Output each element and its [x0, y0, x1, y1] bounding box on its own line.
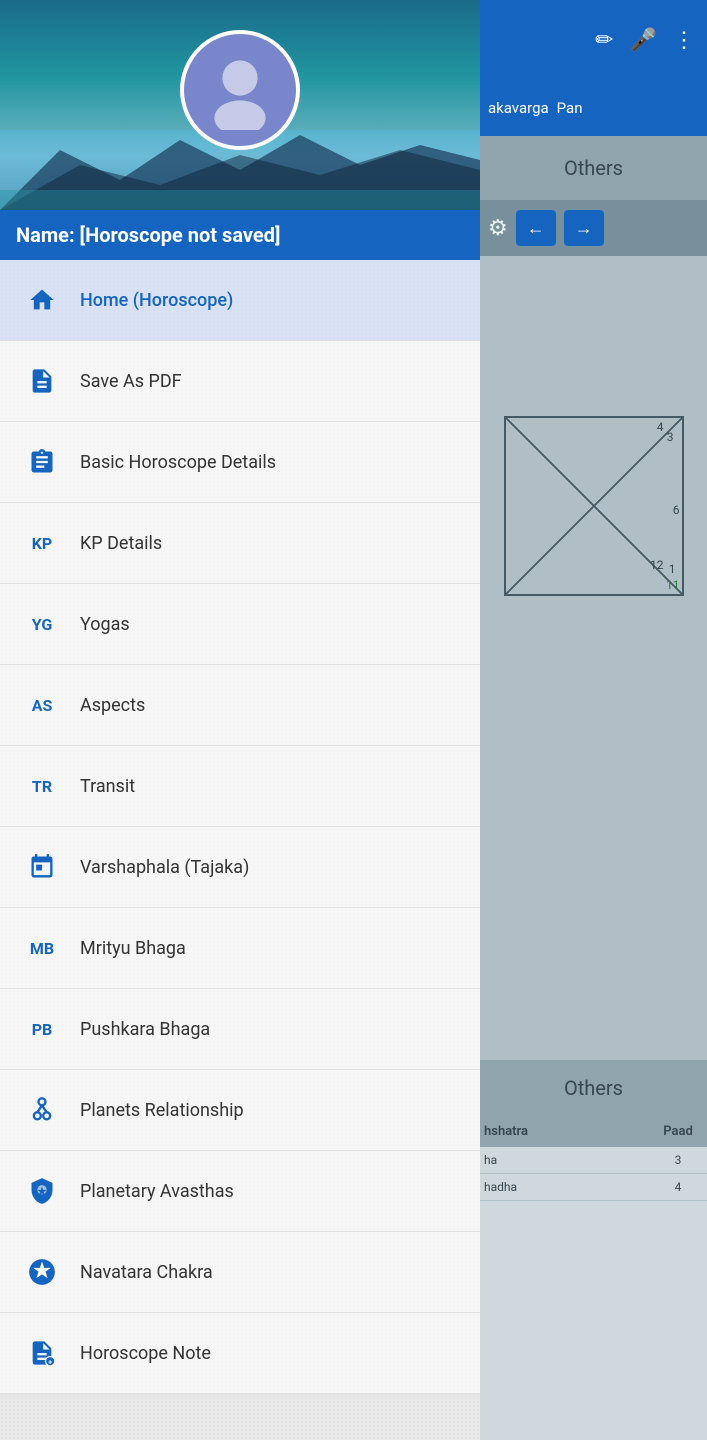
- menu-label-varshaphala: Varshaphala (Tajaka): [80, 857, 249, 878]
- menu-label-navatara-chakra: Navatara Chakra: [80, 1262, 213, 1283]
- chart-num-4: 4: [657, 420, 664, 434]
- menu-item-yogas[interactable]: YG Yogas: [0, 584, 480, 665]
- table-row: ha 3: [480, 1147, 707, 1174]
- planets-relationship-icon: [20, 1088, 64, 1132]
- chart-num-11: 11: [666, 578, 680, 592]
- menu-item-planetary-avasthas[interactable]: Planetary Avasthas: [0, 1151, 480, 1232]
- nav-bar: ⚙ ← →: [480, 200, 707, 256]
- menu-item-varshaphala[interactable]: Varshaphala (Tajaka): [0, 827, 480, 908]
- forward-button[interactable]: →: [564, 210, 604, 246]
- menu-item-mrityu-bhaga[interactable]: MB Mrityu Bhaga: [0, 908, 480, 989]
- tab-akavarga[interactable]: akavarga: [488, 99, 549, 117]
- kp-text-icon: KP: [32, 534, 52, 553]
- navatara-chakra-icon: [20, 1250, 64, 1294]
- pdf-icon: [20, 359, 64, 403]
- menu-item-home[interactable]: Home (Horoscope): [0, 260, 480, 341]
- avatar: [180, 30, 300, 150]
- settings-button[interactable]: ⚙: [488, 215, 508, 241]
- menu-label-horoscope-note: Horoscope Note: [80, 1343, 211, 1364]
- menu-label-kp-details: KP Details: [80, 533, 162, 554]
- table-col1-header: hshatra: [484, 1124, 653, 1139]
- menu-item-horoscope-note[interactable]: + Horoscope Note: [0, 1313, 480, 1394]
- menu-item-kp-details[interactable]: KP KP Details: [0, 503, 480, 584]
- menu-label-save-pdf: Save As PDF: [80, 371, 182, 392]
- chart-num-6: 6: [673, 503, 680, 517]
- edit-icon[interactable]: ✏: [595, 28, 613, 53]
- menu-item-pushkara-bhaga[interactable]: PB Pushkara Bhaga: [0, 989, 480, 1070]
- profile-header: Name: [Horoscope not saved]: [0, 0, 480, 260]
- table-cell-col2-1: 3: [653, 1153, 703, 1167]
- clipboard-icon: [20, 440, 64, 484]
- yg-icon: YG: [20, 602, 64, 646]
- kp-icon: KP: [20, 521, 64, 565]
- table-area: hshatra Paad ha 3 hadha 4: [480, 1116, 707, 1440]
- menu-label-yogas: Yogas: [80, 614, 130, 635]
- back-button[interactable]: ←: [516, 210, 556, 246]
- tab-bar: akavarga Pan: [480, 80, 707, 136]
- chart-num-1: 1: [669, 562, 676, 576]
- menu-item-basic-horoscope[interactable]: Basic Horoscope Details: [0, 422, 480, 503]
- table-row: hadha 4: [480, 1174, 707, 1201]
- menu-label-pushkara-bhaga: Pushkara Bhaga: [80, 1019, 210, 1040]
- others-bottom-label: Others: [480, 1060, 707, 1116]
- profile-name-bar: Name: [Horoscope not saved]: [0, 210, 480, 260]
- profile-name: Name: [Horoscope not saved]: [16, 223, 280, 247]
- yg-text-icon: YG: [32, 615, 53, 634]
- menu-label-home: Home (Horoscope): [80, 290, 233, 311]
- table-header: hshatra Paad: [480, 1116, 707, 1147]
- menu-label-mrityu-bhaga: Mrityu Bhaga: [80, 938, 186, 959]
- overflow-menu-icon[interactable]: ⋮: [673, 28, 695, 53]
- menu-label-basic-horoscope: Basic Horoscope Details: [80, 452, 276, 473]
- table-cell-col1-2: hadha: [484, 1180, 653, 1194]
- menu-item-navatara-chakra[interactable]: Navatara Chakra: [0, 1232, 480, 1313]
- chart-num-3: 3: [667, 430, 674, 444]
- mb-icon: MB: [20, 926, 64, 970]
- varshaphala-icon: [20, 845, 64, 889]
- pb-text-icon: PB: [32, 1020, 53, 1039]
- table-cell-col1-1: ha: [484, 1153, 653, 1167]
- home-icon: [20, 278, 64, 322]
- menu-label-transit: Transit: [80, 776, 135, 797]
- as-icon: AS: [20, 683, 64, 727]
- mb-text-icon: MB: [30, 939, 54, 958]
- navigation-drawer: Home (Horoscope) Save As PDF Basic Horos…: [0, 260, 480, 1440]
- tr-icon: TR: [20, 764, 64, 808]
- table-cell-col2-2: 4: [653, 1180, 703, 1194]
- table-col2-header: Paad: [653, 1124, 703, 1139]
- svg-text:+: +: [48, 1359, 52, 1367]
- others-top-label: Others: [480, 136, 707, 200]
- menu-label-planets-relationship: Planets Relationship: [80, 1100, 244, 1121]
- menu-item-aspects[interactable]: AS Aspects: [0, 665, 480, 746]
- menu-item-planets-relationship[interactable]: Planets Relationship: [0, 1070, 480, 1151]
- mic-icon[interactable]: 🎤: [630, 28, 657, 53]
- as-text-icon: AS: [32, 696, 53, 715]
- chart-num-12: 12: [650, 558, 664, 572]
- menu-label-aspects: Aspects: [80, 695, 145, 716]
- planetary-avasthas-icon: [20, 1169, 64, 1213]
- menu-item-transit[interactable]: TR Transit: [0, 746, 480, 827]
- menu-item-save-pdf[interactable]: Save As PDF: [0, 341, 480, 422]
- horoscope-chart: 4 3 6 1 12 11: [504, 416, 684, 596]
- pb-icon: PB: [20, 1007, 64, 1051]
- chart-area: 4 3 6 1 12 11: [480, 256, 707, 756]
- tab-pan[interactable]: Pan: [557, 99, 583, 117]
- horoscope-note-icon: +: [20, 1331, 64, 1375]
- menu-label-planetary-avasthas: Planetary Avasthas: [80, 1181, 234, 1202]
- tr-text-icon: TR: [32, 777, 52, 796]
